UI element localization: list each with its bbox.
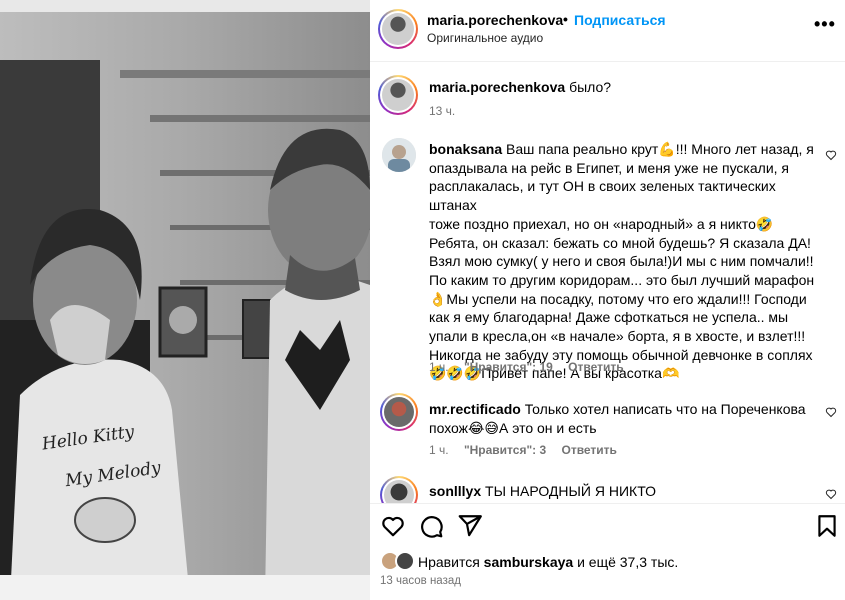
comment: sonlllyx ТЫ НАРОДНЫЙ Я НИКТО xyxy=(429,482,819,501)
likes-summary[interactable]: Нравится samburskaya и ещё 37,3 тыс. xyxy=(418,554,678,570)
separator-dot: • xyxy=(563,11,568,27)
comment-line: Ваш папа реально крут💪!!! Много лет наза… xyxy=(506,141,814,157)
comment-line: По каким то другим коридорам... это был … xyxy=(429,271,815,288)
comment-like-icon[interactable] xyxy=(825,488,837,500)
liker-avatar[interactable] xyxy=(395,551,415,571)
comment-line: тоже поздно приехал, но он «народный» а … xyxy=(429,215,774,232)
comments-list[interactable]: maria.porechenkova было? 13 ч. bonaksana… xyxy=(370,63,845,503)
share-icon[interactable] xyxy=(457,513,483,539)
comment-line: Ребята, он сказал: бежать со мной будешь… xyxy=(429,234,811,251)
follow-button[interactable]: Подписаться xyxy=(574,12,666,28)
comment-line: 👌Мы успели на посадку, потому что его жд… xyxy=(429,290,807,307)
post-timestamp[interactable]: 13 часов назад xyxy=(380,575,461,587)
comment-like-icon[interactable] xyxy=(825,149,837,161)
comment-like-icon[interactable] xyxy=(825,406,837,418)
caption-time[interactable]: 13 ч. xyxy=(429,104,455,118)
post-header: maria.porechenkova • Подписаться Оригина… xyxy=(370,0,845,62)
likes-prefix: Нравится xyxy=(418,554,480,570)
caption-username[interactable]: maria.porechenkova xyxy=(429,79,565,95)
comment-line: как я ему благодарна! Даже сфоткаться не… xyxy=(429,309,789,326)
author-avatar[interactable] xyxy=(378,9,418,49)
author-username[interactable]: maria.porechenkova xyxy=(427,12,563,28)
bookmark-icon[interactable] xyxy=(814,513,840,539)
comment-line: расплакалась, и тут ОН в своих зеленых т… xyxy=(429,178,776,214)
more-options-icon[interactable]: ••• xyxy=(814,14,836,35)
comment-meta: 1 ч. "Нравится": 3 Ответить xyxy=(429,443,629,457)
comment-avatar[interactable] xyxy=(380,476,418,503)
comment-line: Только хотел написать что на Пореченкова xyxy=(524,401,806,417)
comment-line: похож😂😅А это он и есть xyxy=(429,419,597,436)
comment-username[interactable]: sonlllyx xyxy=(429,483,481,499)
caption-avatar[interactable] xyxy=(378,75,418,115)
comment-line: упали в кресла,он «в начале» борта, я в … xyxy=(429,328,806,345)
comment-time[interactable]: 1 ч. xyxy=(429,443,449,457)
caption-text: было? xyxy=(569,79,612,95)
post-photo: Hello Kitty My Melody xyxy=(0,0,370,600)
comment-time[interactable]: 1 ч. xyxy=(429,360,449,374)
comment-avatar[interactable] xyxy=(380,393,418,431)
post-sidebar: maria.porechenkova • Подписаться Оригина… xyxy=(370,0,845,600)
comment: bonaksana Ваш папа реально крут💪!!! Мног… xyxy=(429,140,819,383)
comment: mr.rectificado Только хотел написать что… xyxy=(429,400,819,437)
comment-line: Взял мою сумку( у него и своя была!)И мы… xyxy=(429,253,814,270)
likes-suffix[interactable]: и ещё 37,3 тыс. xyxy=(577,554,678,570)
comment-line: опаздывала на рейс в Египет, и меня уже … xyxy=(429,159,789,176)
comment-username[interactable]: mr.rectificado xyxy=(429,401,521,417)
comment-icon[interactable] xyxy=(418,513,444,539)
reply-button[interactable]: Ответить xyxy=(568,360,623,374)
comment-likes[interactable]: "Нравится": 3 xyxy=(464,443,546,457)
audio-label[interactable]: Оригинальное аудио xyxy=(427,31,543,45)
comment-line: ТЫ НАРОДНЫЙ Я НИКТО xyxy=(485,483,657,499)
comment-avatar[interactable] xyxy=(382,138,416,172)
caption: maria.porechenkova было? xyxy=(429,79,611,95)
reply-button[interactable]: Ответить xyxy=(561,443,616,457)
comment-meta: 1 ч. "Нравится": 19 Ответить xyxy=(429,360,636,374)
post-actions: Нравится samburskaya и ещё 37,3 тыс. 13 … xyxy=(370,503,845,600)
comment-username[interactable]: bonaksana xyxy=(429,141,502,157)
heart-icon[interactable] xyxy=(380,513,406,539)
comment-likes[interactable]: "Нравится": 19 xyxy=(464,360,553,374)
liker-username[interactable]: samburskaya xyxy=(484,554,574,570)
post-media[interactable]: Hello Kitty My Melody xyxy=(0,0,370,600)
